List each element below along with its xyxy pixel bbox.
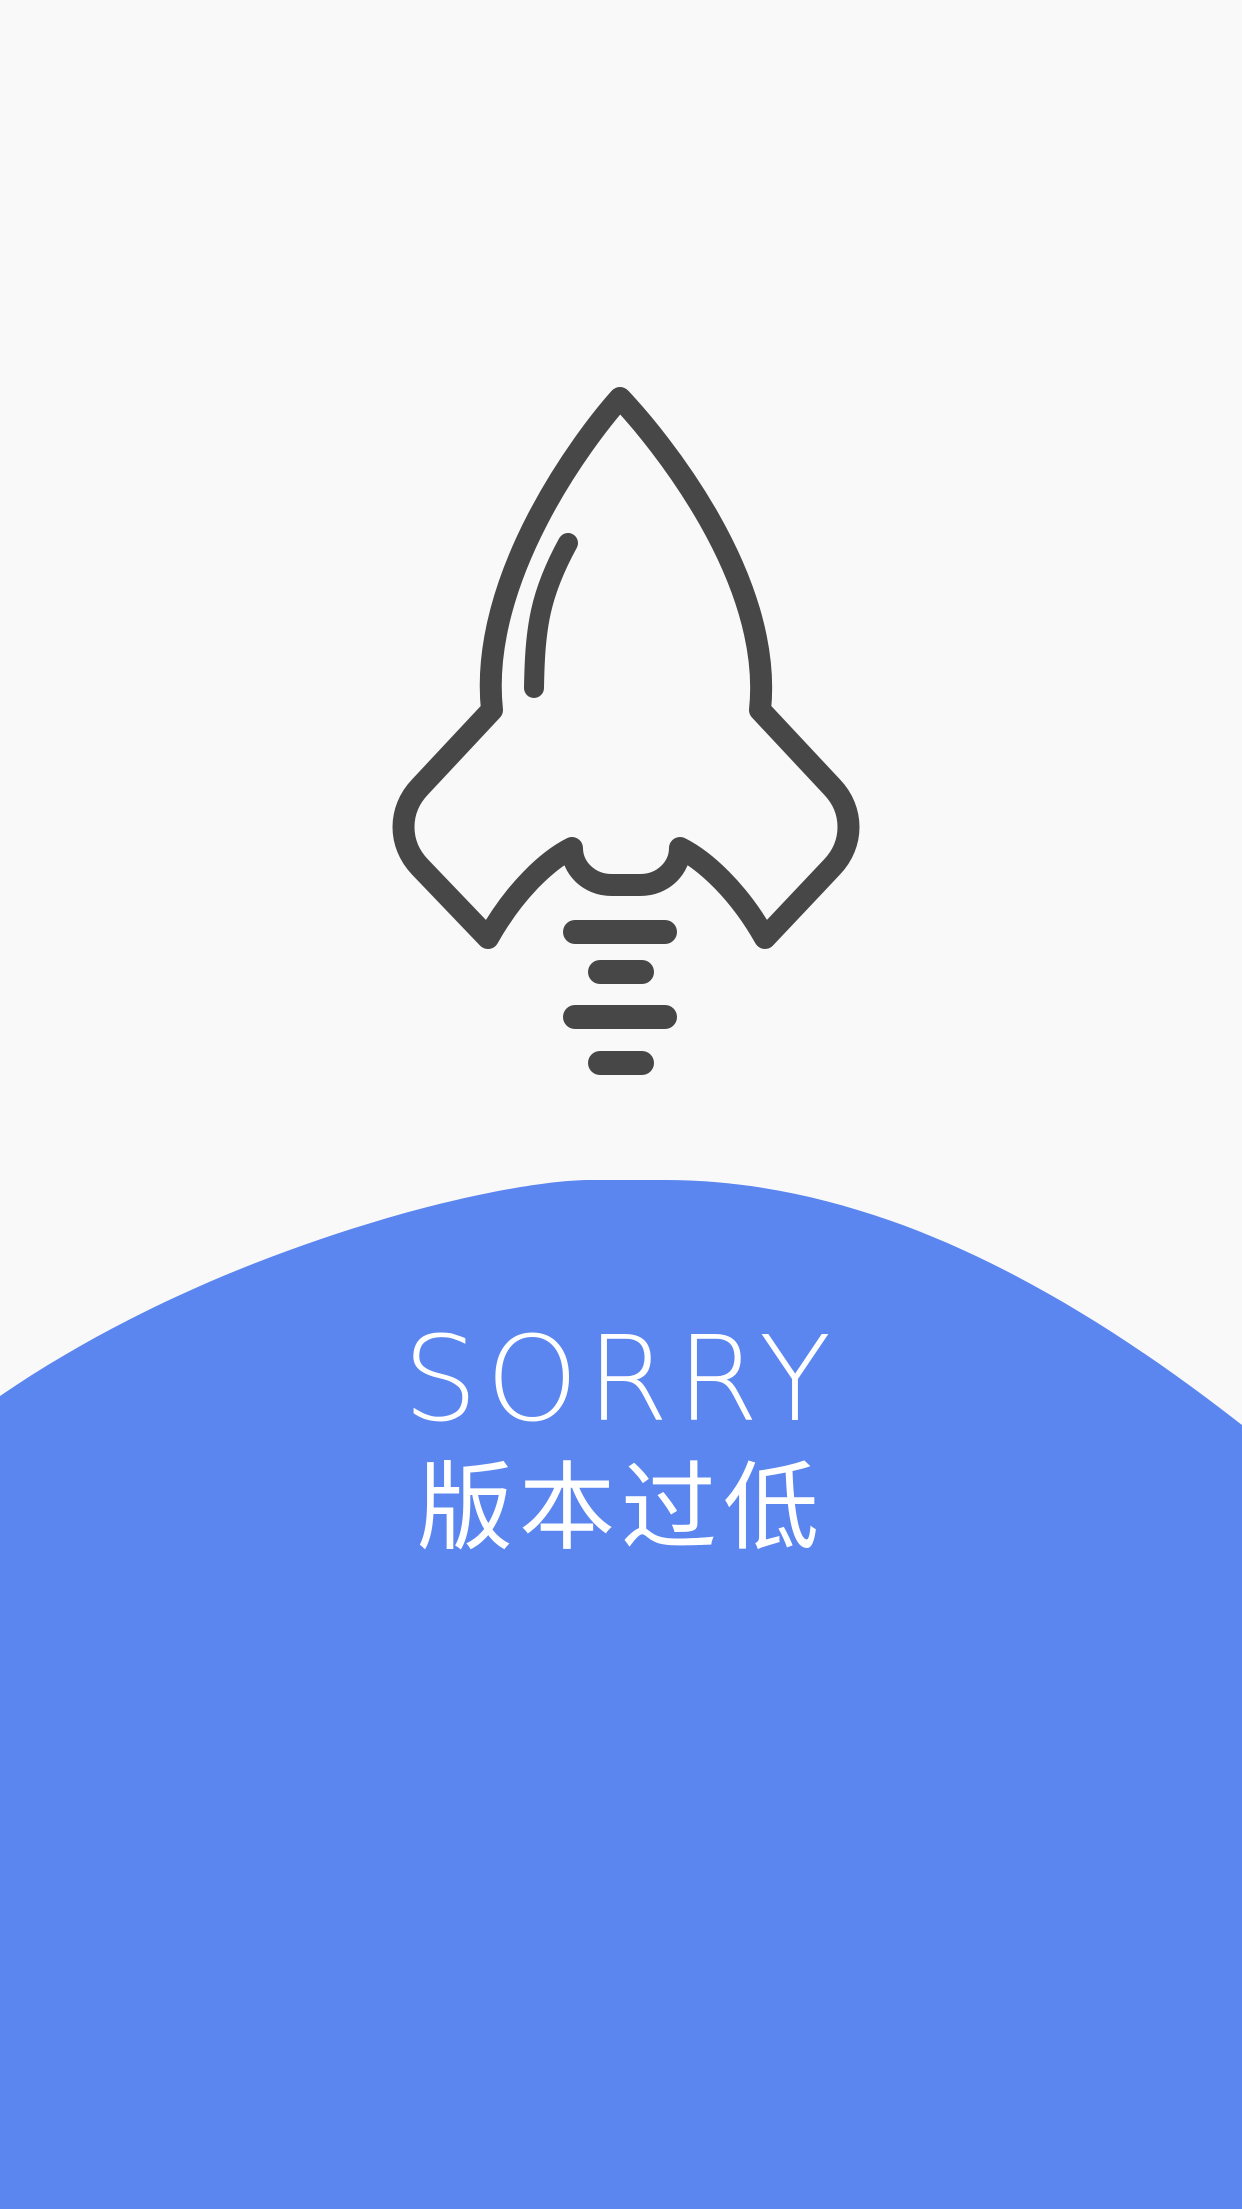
rocket-highlight-line xyxy=(524,533,578,698)
version-too-low-screen: SORRY 版本过低 xyxy=(0,0,1242,2209)
error-subtitle: 版本过低 xyxy=(417,1452,825,1564)
rocket-icon xyxy=(392,387,860,1075)
error-title: SORRY xyxy=(402,1310,840,1448)
rocket-body-outline xyxy=(392,387,860,949)
